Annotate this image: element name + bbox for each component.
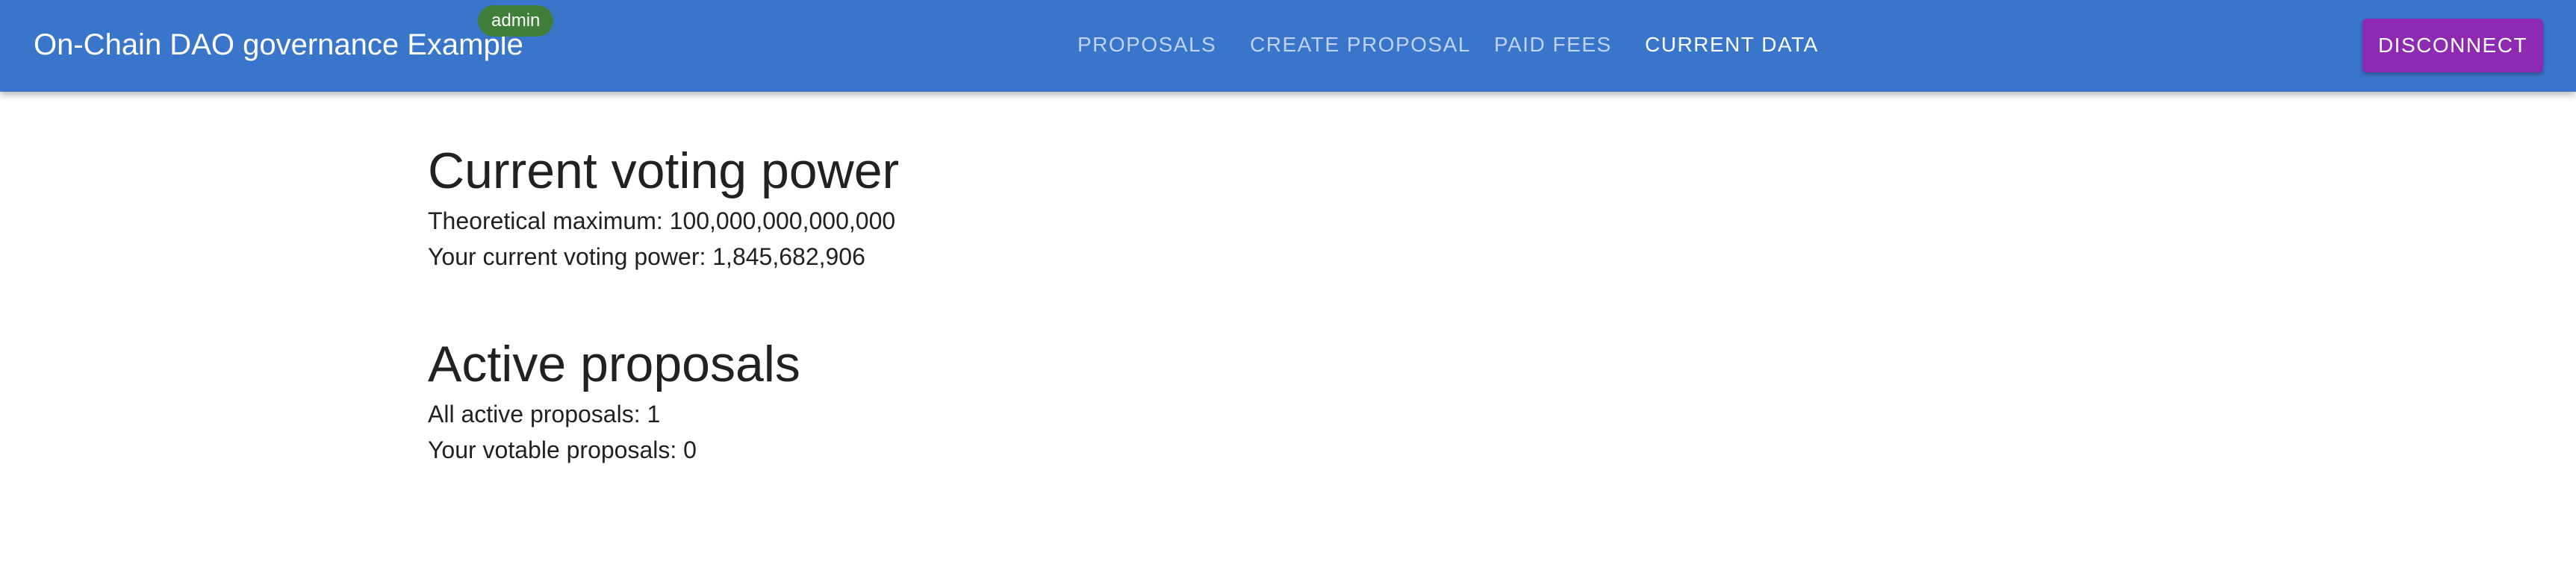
active-proposals-heading: Active proposals	[428, 336, 800, 392]
current-voting-power-text: Your current voting power: 1,845,682,906	[428, 243, 865, 270]
nav-tab-proposals[interactable]: Proposals	[1077, 0, 1216, 92]
nav-tab-current-data[interactable]: Current Data	[1645, 0, 1819, 92]
votable-proposals-text: Your votable proposals: 0	[428, 436, 697, 463]
admin-badge: admin	[478, 5, 554, 37]
app-bar: On-Chain DAO governance Example admin Pr…	[0, 0, 2576, 92]
nav-tab-create-proposal[interactable]: Create Proposal	[1250, 0, 1471, 92]
disconnect-button[interactable]: Disconnect	[2362, 19, 2543, 72]
theoretical-maximum-text: Theoretical maximum: 100,000,000,000,000	[428, 207, 896, 234]
voting-power-heading: Current voting power	[428, 142, 900, 199]
all-active-proposals-text: All active proposals: 1	[428, 401, 661, 428]
app-title: On-Chain DAO governance Example	[34, 28, 523, 61]
nav-tab-paid-fees[interactable]: Paid Fees	[1494, 0, 1612, 92]
